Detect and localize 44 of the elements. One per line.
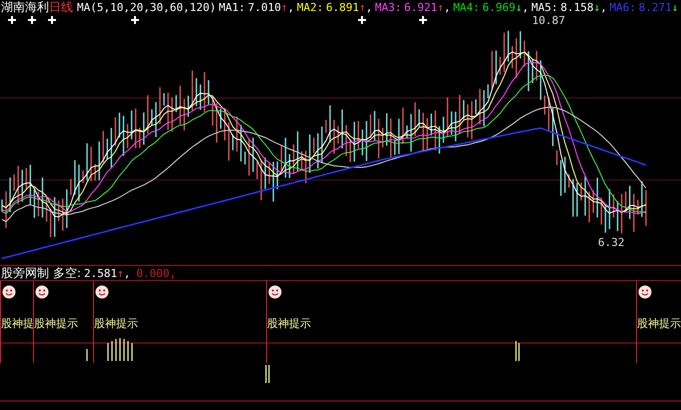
indicator-name: MA(5,10,20,30,60,120) (77, 0, 216, 14)
trend-arrow: ↑ (437, 0, 444, 14)
indicator-label: 多空: (53, 264, 82, 282)
smiley-icon (2, 285, 16, 299)
indicator-value: 0.000, (136, 266, 176, 280)
separator: , (366, 0, 372, 14)
indicator-title: 股旁网制 (1, 264, 49, 282)
average-value: 6.969 (482, 0, 516, 14)
smiley-icon (638, 285, 652, 299)
signal-label: 股神提示 (34, 316, 78, 331)
average-value: 8.271 (638, 0, 672, 14)
signal-label: 股神提 (1, 316, 34, 331)
indicator-value: 2.581 (84, 266, 118, 280)
smiley-icon (35, 285, 49, 299)
low-price-label: 6.32 (598, 236, 624, 249)
average-label: MA3: (375, 0, 402, 14)
average-label: MA4: (453, 0, 480, 14)
average-value: 7.010 (248, 0, 281, 14)
separator: , (444, 0, 451, 14)
average-label: MA2: (296, 0, 324, 14)
trend-arrow: ↓ (515, 0, 522, 14)
trend-arrow: ↑ (117, 266, 124, 280)
separator: , (522, 0, 529, 14)
separator: , (600, 0, 607, 14)
trend-arrow: ↑ (359, 0, 366, 14)
average-label: MA5: (531, 0, 558, 14)
average-label: MA6: (610, 0, 636, 14)
average-label: MA1: (218, 0, 246, 14)
trend-arrow: ↓ (672, 0, 678, 14)
stock-name: 湖南海利 (1, 0, 49, 16)
smiley-icon (95, 285, 109, 299)
period-label: 日线 (49, 0, 73, 16)
separator: , (288, 0, 294, 14)
smiley-icon (268, 285, 282, 299)
signal-label: 股神提示 (267, 316, 311, 331)
average-value: 8.158 (560, 0, 594, 14)
high-price-label: 10.87 (532, 14, 566, 27)
average-value: 6.891 (326, 0, 360, 14)
trend-arrow: ↓ (594, 0, 600, 14)
signal-label: 股神提示 (94, 316, 138, 331)
average-value: 6.921 (404, 0, 438, 14)
separator: , (124, 266, 130, 280)
signal-label: 股神提示 (637, 316, 681, 331)
trend-arrow: ↑ (280, 0, 288, 14)
